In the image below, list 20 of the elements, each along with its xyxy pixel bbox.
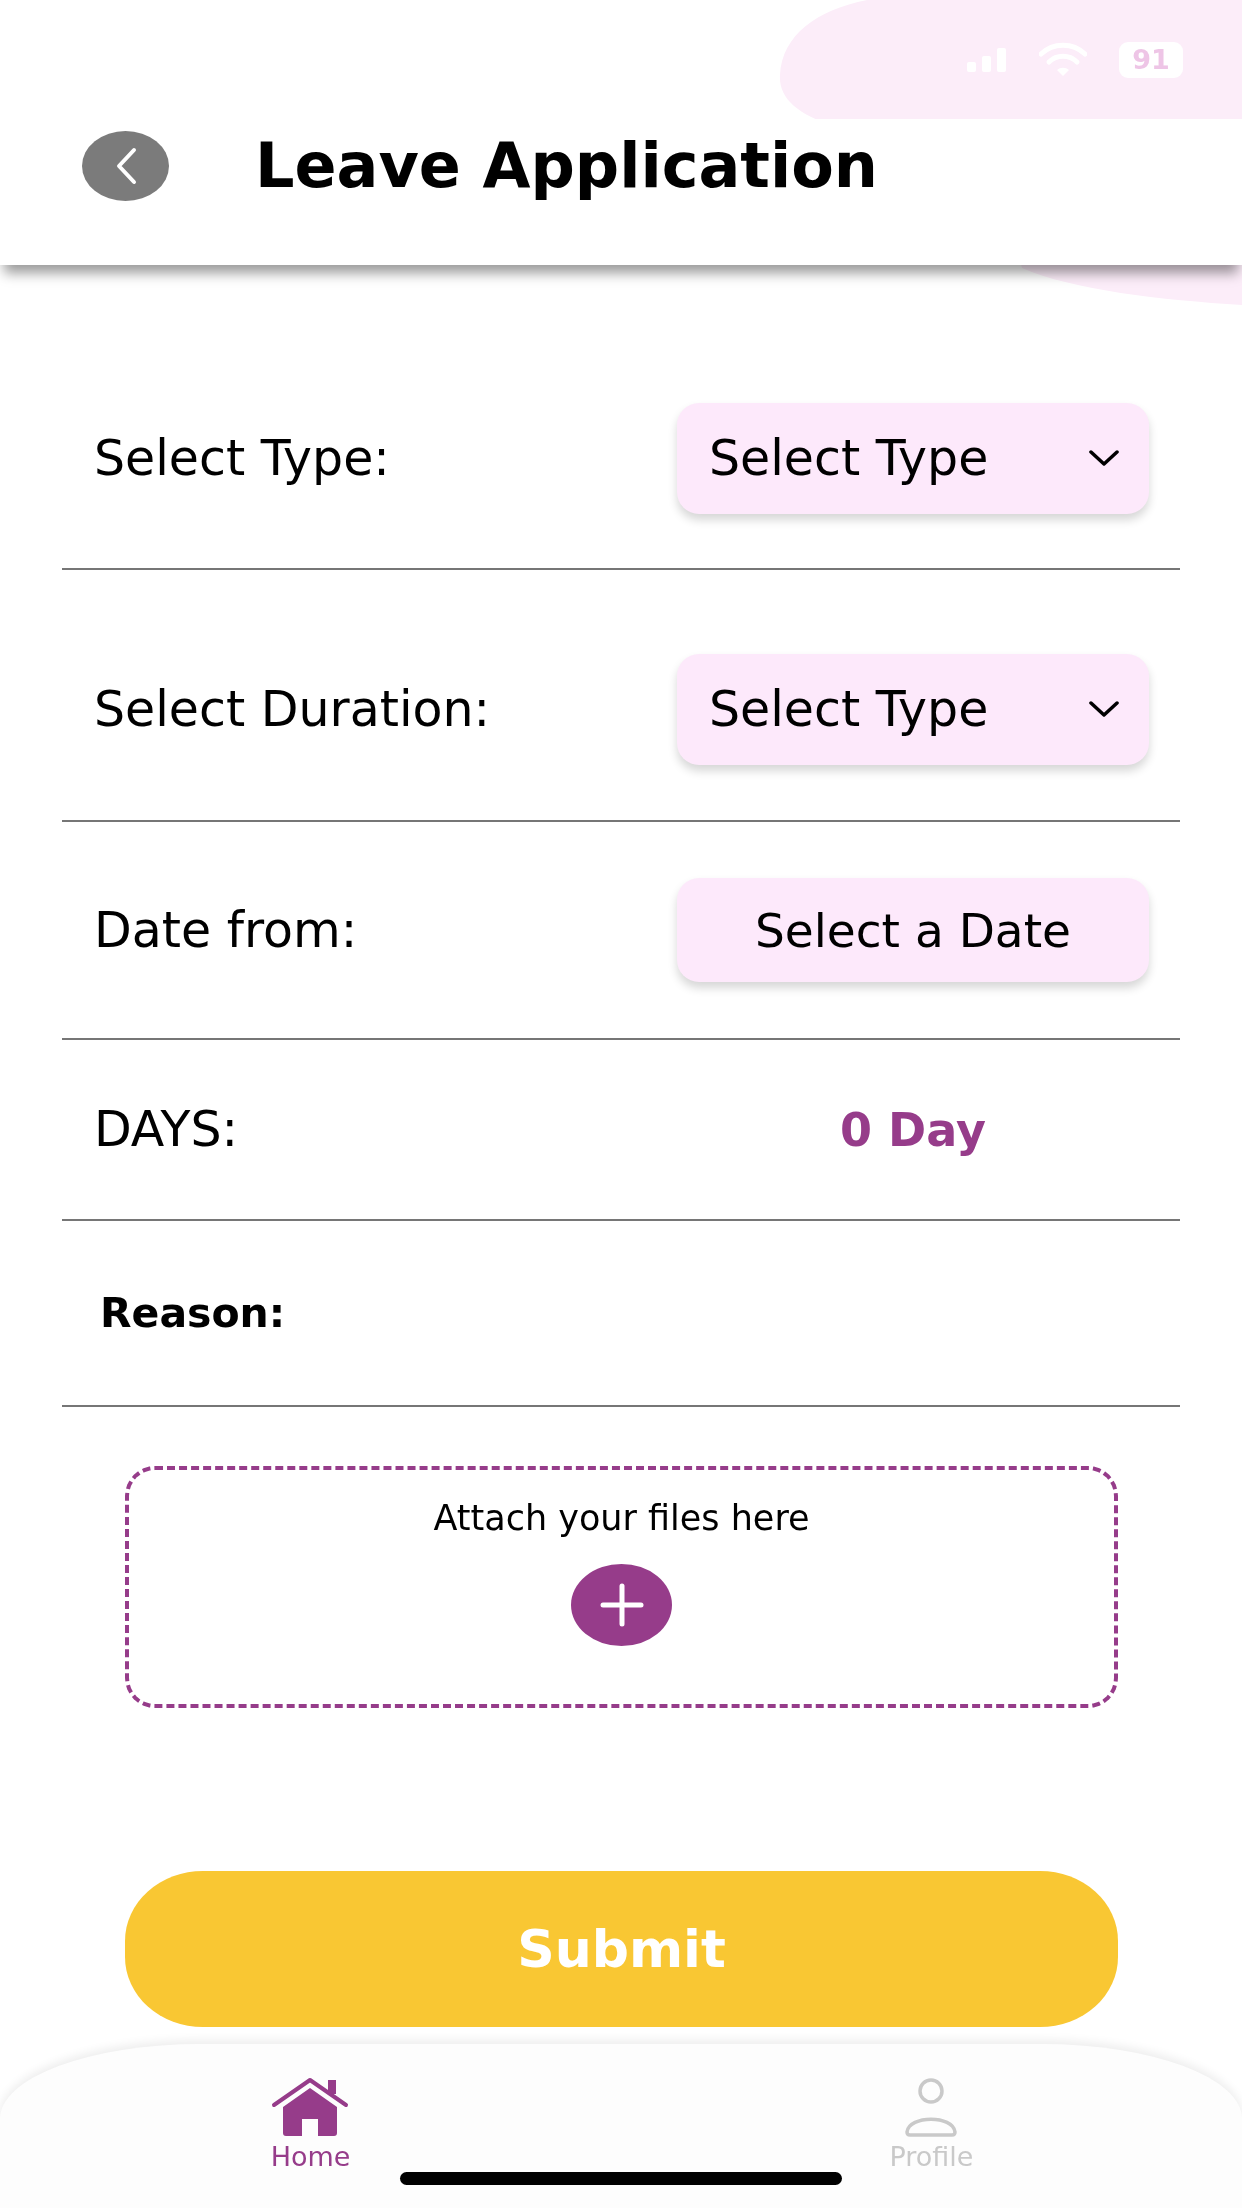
battery-icon: 91: [1119, 41, 1183, 78]
chevron-down-icon: [1089, 700, 1119, 718]
field-label: DAYS:: [94, 1101, 239, 1158]
chevron-left-icon: [114, 147, 137, 185]
person-icon: [903, 2077, 960, 2137]
field-label: Select Type:: [94, 429, 390, 487]
date-picker-button[interactable]: Select a Date: [677, 878, 1149, 982]
field-label: Date from:: [94, 901, 358, 959]
select-dropdown[interactable]: Select Type: [677, 653, 1149, 765]
plus-icon: [599, 1583, 644, 1627]
attachment-dropzone[interactable]: Attach your files here: [125, 1466, 1118, 1708]
select-dropdown[interactable]: Select Type: [677, 402, 1149, 514]
days-value: 0 Day: [839, 1102, 987, 1157]
field-label: Select Duration:: [94, 680, 491, 738]
house-icon: [271, 2077, 350, 2137]
section-label: Reason:: [99, 1289, 286, 1337]
nav-tab[interactable]: Home: [270, 2077, 351, 2172]
chevron-down-icon: [1089, 449, 1119, 467]
dropzone-text: Attach your files here: [433, 1498, 810, 1538]
page-title: Leave Application: [255, 131, 878, 201]
